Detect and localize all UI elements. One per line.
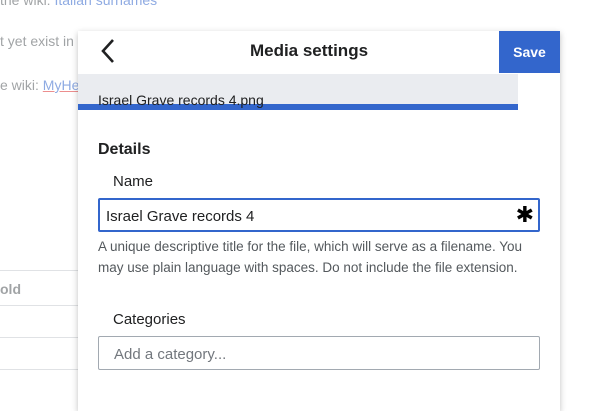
background-line-1: the wiki: Italian surnames: [0, 0, 157, 8]
save-button[interactable]: Save: [499, 31, 560, 73]
background-line-3: e wiki: MyHe: [0, 77, 80, 93]
name-label: Name: [113, 173, 154, 190]
name-input[interactable]: [104, 200, 508, 232]
file-name: Israel Grave records 4.png: [98, 92, 264, 108]
categories-field-wrapper: [98, 336, 540, 371]
dialog-header: Media settings Save: [78, 31, 560, 73]
background-link-italian-surnames[interactable]: Italian surnames: [54, 0, 157, 8]
media-settings-dialog: Media settings Save Israel Grave records…: [78, 31, 560, 411]
asterisk-icon: ✱: [515, 202, 534, 227]
categories-input[interactable]: [112, 337, 536, 371]
name-field-wrapper: ✱: [98, 198, 540, 232]
name-help-text: A unique descriptive title for the file,…: [98, 239, 522, 275]
background-divider: [0, 270, 80, 271]
background-line-2: t yet exist in: [0, 33, 74, 49]
dialog-title: Media settings: [249, 41, 369, 60]
back-button[interactable]: [90, 33, 126, 69]
details-heading: Details: [98, 141, 151, 158]
background-divider: [0, 369, 80, 370]
file-name-bar: Israel Grave records 4.png: [78, 74, 518, 110]
background-link-myhe[interactable]: MyHe: [43, 77, 80, 93]
categories-label: Categories: [113, 311, 186, 328]
chevron-left-icon: [101, 39, 114, 63]
background-column-header: old: [0, 281, 21, 297]
background-divider: [0, 305, 80, 306]
background-divider: [0, 337, 80, 338]
